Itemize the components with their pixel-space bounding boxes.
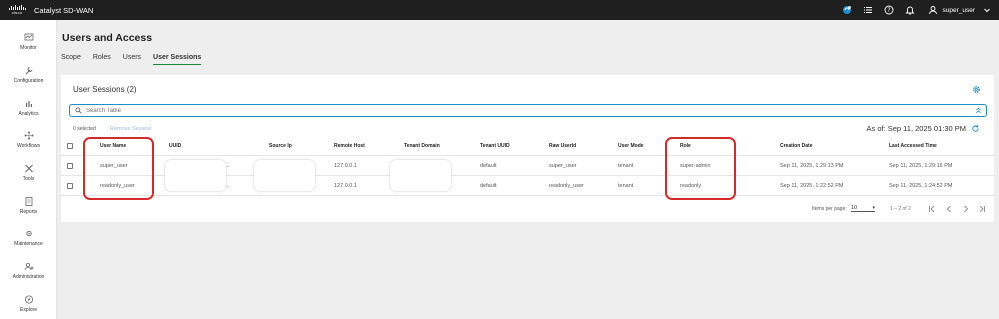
cell-user-mode: tenant <box>618 183 634 189</box>
sidebar-item-label: Analytics <box>18 111 39 117</box>
row-checkbox[interactable] <box>67 163 73 169</box>
search-input[interactable] <box>86 107 966 114</box>
redacted-source-ip <box>254 160 315 191</box>
sidebar-item-label: Explore <box>20 307 37 313</box>
cell-last-accessed: Sep 11, 2025, 1:24:52 PM <box>889 183 953 189</box>
compass-icon <box>24 295 33 304</box>
sidebar-item-monitor[interactable]: Monitor <box>0 33 57 51</box>
sidebar-item-reports[interactable]: Reports <box>0 197 57 215</box>
first-page-icon[interactable] <box>927 204 937 214</box>
admin-icon <box>24 262 33 271</box>
status-icon[interactable] <box>842 5 852 15</box>
cell-last-accessed: Sep 11, 2025, 1:29:16 PM <box>889 163 953 169</box>
svg-text:?: ? <box>888 7 891 14</box>
sidebar-item-configuration[interactable]: Configuration <box>0 66 57 84</box>
pagination: Items per page: 10 ▾ 1 – 2 of 2 <box>61 202 994 216</box>
items-per-page-label: Items per page: <box>812 206 847 212</box>
workflow-icon <box>24 131 33 140</box>
redacted-uuid <box>165 160 226 191</box>
sidebar-item-explore[interactable]: Explore <box>0 295 57 313</box>
list-icon[interactable] <box>863 5 873 15</box>
col-tenant-domain[interactable]: Tenant Domain <box>404 136 440 156</box>
cell-remote-host: 127.0.0.1 <box>334 163 357 169</box>
chevron-collapse-icon[interactable] <box>975 107 982 114</box>
col-source-ip[interactable]: Source Ip <box>269 136 292 156</box>
sidebar-item-label: Workflows <box>17 143 40 149</box>
row-checkbox[interactable] <box>67 183 73 189</box>
card-title: User Sessions (2) <box>73 85 137 94</box>
user-name: super_user <box>942 6 975 14</box>
sidebar-item-workflows[interactable]: Workflows <box>0 131 57 149</box>
chevron-down-icon <box>984 8 990 13</box>
sidebar-item-tools[interactable]: Tools <box>0 164 57 182</box>
cell-raw-userid: super_user <box>549 163 577 169</box>
user-menu[interactable]: super_user <box>928 5 991 15</box>
sidebar-item-label: Tools <box>22 176 35 182</box>
top-bar: cisco Catalyst SD-WAN ? super_user <box>0 0 999 20</box>
cell-user-mode: tenant <box>618 163 634 169</box>
tools-icon <box>24 164 33 173</box>
cell-creation-date: Sep 11, 2025, 1:22:52 PM <box>780 183 844 189</box>
selected-count: 0 selected <box>73 126 96 132</box>
cell-remote-host: 127.0.0.1 <box>334 183 357 189</box>
tab-roles[interactable]: Roles <box>93 54 111 65</box>
sidebar-item-analytics[interactable]: Analytics <box>0 99 57 117</box>
items-per-page-select[interactable]: 10 ▾ <box>851 205 875 212</box>
sidebar-item-label: Maintenance <box>14 241 43 247</box>
app-title: Catalyst SD-WAN <box>34 5 94 15</box>
page-range: 1 – 2 of 2 <box>890 206 911 212</box>
help-icon[interactable]: ? <box>884 5 894 15</box>
highlight-role <box>665 137 736 200</box>
redacted-tenant-domain <box>390 160 451 191</box>
search-icon <box>75 107 82 114</box>
cisco-logo[interactable]: cisco <box>6 5 28 15</box>
last-page-icon[interactable] <box>977 204 987 214</box>
cell-creation-date: Sep 11, 2025, 1:29:13 PM <box>780 163 844 169</box>
report-icon <box>25 197 32 206</box>
sidebar-item-label: Monitor <box>20 45 37 51</box>
sidebar-item-maintenance[interactable]: Maintenance <box>0 229 57 247</box>
bar-chart-icon <box>25 101 32 107</box>
table-header: User Name UUID Source Ip Remote Host Ten… <box>61 136 994 156</box>
sidebar-item-label: Administration <box>12 274 45 280</box>
cell-tenant-uuid: default <box>480 183 497 189</box>
search-bar[interactable] <box>69 104 987 117</box>
monitor-icon <box>24 33 33 41</box>
col-uuid[interactable]: UUID <box>169 136 181 156</box>
col-creation-date[interactable]: Creation Date <box>780 136 813 156</box>
cisco-wordmark: cisco <box>11 10 23 15</box>
sidebar: Monitor Configuration Analytics Workflow… <box>0 20 57 319</box>
next-page-icon[interactable] <box>961 204 971 214</box>
maintenance-icon <box>25 230 32 237</box>
sidebar-item-administration[interactable]: Administration <box>0 262 57 280</box>
tab-user-sessions[interactable]: User Sessions <box>153 54 202 65</box>
tab-users[interactable]: Users <box>123 54 141 65</box>
user-icon <box>929 6 938 15</box>
sidebar-item-label: Configuration <box>13 78 44 84</box>
user-sessions-card: User Sessions (2) 0 selected Remove Sess… <box>61 75 994 222</box>
select-all-checkbox[interactable] <box>67 143 73 149</box>
col-last-accessed[interactable]: Last Accessed Time <box>889 136 937 156</box>
page-title: Users and Access <box>62 32 153 44</box>
tab-scope[interactable]: Scope <box>61 54 81 65</box>
cell-tenant-uuid: default <box>480 163 497 169</box>
dropdown-caret-icon: ▾ <box>872 205 875 211</box>
cell-raw-userid: readonly_user <box>549 183 584 189</box>
tab-bar: Scope Roles Users User Sessions <box>61 54 213 65</box>
col-tenant-uuid[interactable]: Tenant UUID <box>480 136 510 156</box>
items-per-page-value: 10 <box>851 205 858 211</box>
col-user-mode[interactable]: User Mode <box>618 136 644 156</box>
as-of-timestamp: As of: Sep 11, 2025 01:30 PM <box>866 124 966 133</box>
prev-page-icon[interactable] <box>944 204 954 214</box>
remove-session-button[interactable]: Remove Session <box>110 126 152 132</box>
wrench-icon <box>25 67 32 75</box>
gear-icon[interactable] <box>972 85 981 96</box>
highlight-user-name <box>83 137 154 200</box>
bell-icon[interactable] <box>905 5 916 15</box>
refresh-icon[interactable] <box>971 124 980 135</box>
col-remote-host[interactable]: Remote Host <box>334 136 365 156</box>
sidebar-item-label: Reports <box>19 209 38 215</box>
col-raw-userid[interactable]: Raw UserId <box>549 136 576 156</box>
